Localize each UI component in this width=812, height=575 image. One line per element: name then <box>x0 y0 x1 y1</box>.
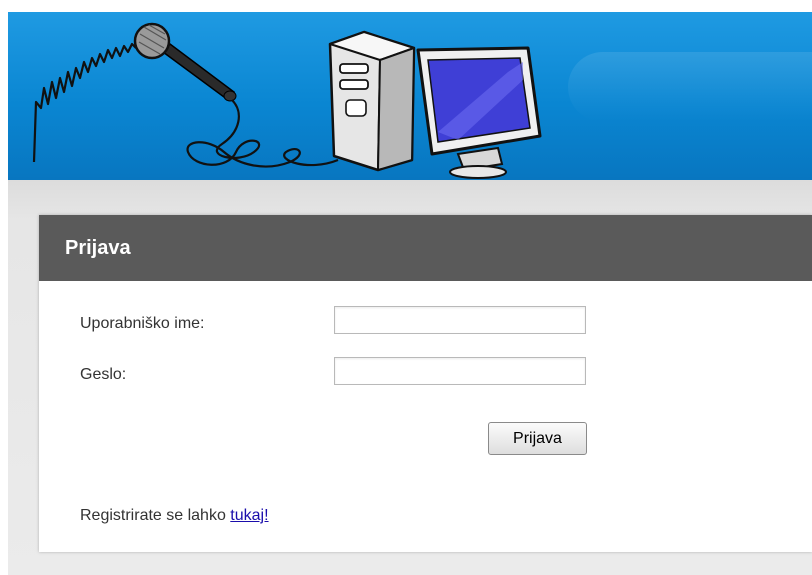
login-panel-header: Prijava <box>39 215 812 281</box>
password-input[interactable] <box>334 357 586 385</box>
username-input[interactable] <box>334 306 586 334</box>
login-button[interactable]: Prijava <box>488 422 587 455</box>
register-text: Registrirate se lahko <box>80 507 226 524</box>
username-label: Uporabniško ime: <box>80 315 205 332</box>
microphone-icon <box>133 22 339 168</box>
sound-wave-icon <box>32 42 137 163</box>
register-line: Registrirate se lahko tukaj! <box>80 507 269 525</box>
login-panel: Prijava Uporabniško ime: Geslo: Prijava … <box>39 215 812 552</box>
header-banner <box>8 12 812 180</box>
banner-illustration <box>32 22 542 179</box>
monitor-icon <box>416 46 542 179</box>
register-link[interactable]: tukaj! <box>230 507 268 524</box>
computer-tower-icon <box>328 30 416 172</box>
password-label: Geslo: <box>80 366 127 383</box>
login-title: Prijava <box>65 237 131 259</box>
